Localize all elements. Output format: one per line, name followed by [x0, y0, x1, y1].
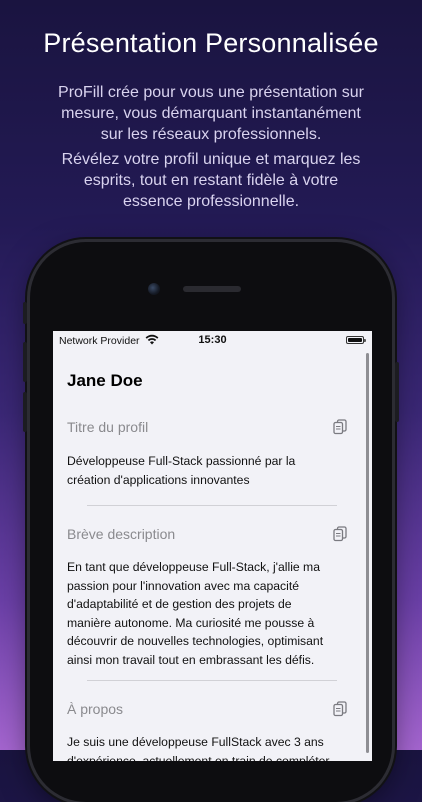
section-text-about: Je suis une développeuse FullStack avec …	[67, 733, 357, 761]
phone-volume-up-button	[23, 342, 27, 382]
text-line: découvrir de nouvelles technologies, opt…	[67, 634, 324, 648]
promo-paragraph-2-line: Révélez votre profil unique et marquez l…	[61, 151, 361, 168]
battery-icon	[346, 336, 366, 344]
promo-title: Présentation Personnalisée	[43, 28, 379, 58]
profile-name: Jane Doe	[67, 371, 143, 390]
phone-speaker	[183, 286, 241, 292]
section-divider	[87, 680, 337, 681]
text-line: En tant que développeuse Full-Stack, j'a…	[67, 560, 320, 574]
promo-paragraph-1-line: ProFill crée pour vous une présentation …	[58, 84, 364, 101]
text-line: manière autonome. Ma curiosité me pousse…	[67, 615, 315, 630]
phone-screen: Network Provider 15:30 Jane Doe Titre du…	[53, 331, 372, 761]
section-label-short-description: Brève description	[67, 526, 176, 542]
promo-paragraph-2-line: esprits, tout en restant fidèle à votre	[83, 172, 339, 189]
text-line: ainsi mon travail tout en embrassant les…	[67, 652, 315, 667]
section-text-profile-title: Développeuse Full-Stack passionné par la…	[67, 452, 357, 489]
promo-paragraph-2-line: essence professionnelle.	[122, 193, 300, 210]
section-label-profile-title: Titre du profil	[67, 419, 149, 435]
promo-paragraph-1-line: mesure, vous démarquant instantanément	[61, 105, 361, 122]
section-divider	[87, 505, 337, 506]
phone-mute-switch	[23, 302, 27, 324]
status-bar: Network Provider 15:30	[53, 331, 372, 351]
text-line: d'adaptabilité et de gestion des projets…	[67, 597, 292, 611]
copy-icon[interactable]	[333, 701, 347, 717]
phone-camera	[148, 283, 160, 295]
text-line: Je suis une développeuse FullStack avec …	[67, 735, 324, 749]
phone-power-button	[395, 362, 399, 422]
status-time: 15:30	[198, 334, 227, 346]
phone-frame: Network Provider 15:30 Jane Doe Titre du…	[23, 242, 399, 802]
scrollbar[interactable]	[366, 353, 369, 753]
phone-volume-down-button	[23, 392, 27, 432]
copy-icon[interactable]	[333, 526, 347, 542]
copy-icon[interactable]	[333, 419, 347, 435]
promo-paragraph-1-line: sur les réseaux professionnels.	[100, 126, 322, 143]
section-label-about: À propos	[67, 701, 124, 717]
text-line: création d'applications innovantes	[67, 472, 250, 487]
section-text-short-description: En tant que développeuse Full-Stack, j'a…	[67, 558, 357, 669]
promo-paragraph-2: Révélez votre profil unique et marquez l…	[30, 149, 392, 212]
text-line: passion pour l'innovation avec ma capaci…	[67, 578, 299, 593]
text-line: Développeuse Full-Stack passionné par la	[67, 454, 296, 468]
text-line: d'expérience, actuellement en train de c…	[67, 753, 330, 762]
promo-paragraph-1: ProFill crée pour vous une présentation …	[30, 82, 392, 145]
